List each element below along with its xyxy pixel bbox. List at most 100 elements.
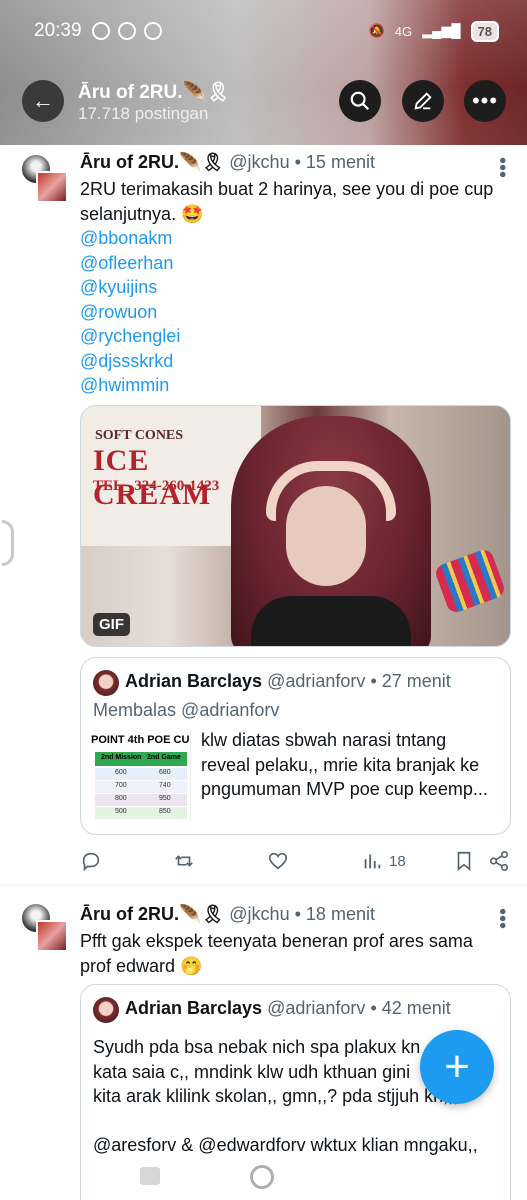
avatar[interactable] (20, 153, 68, 203)
message-icon (91, 22, 110, 40)
tweet-header: Āru of 2RU.🪶🎗 @jkchu • 18 menit (80, 904, 375, 925)
compose-button[interactable] (402, 80, 444, 122)
quote-line: klw diatas sbwah narasi tntang (201, 730, 447, 750)
tweet[interactable]: Āru of 2RU.🪶🎗 @jkchu • 15 menit ••• 2RU … (0, 145, 527, 885)
mention-link[interactable]: @hwimmin (80, 373, 500, 398)
mention-link[interactable]: @rowuon (80, 300, 500, 325)
quote-header: Adrian Barclays @adrianforv • 27 menit (125, 671, 451, 692)
heart-icon (268, 852, 288, 870)
quote-line: reveal pelaku,, mrie kita branjak ke (201, 754, 480, 775)
tweet-time[interactable]: 15 menit (306, 152, 375, 172)
avatar (93, 997, 119, 1023)
thumb-cell: 700 (115, 782, 127, 789)
back-button[interactable]: ← (22, 80, 64, 122)
bracelets (433, 547, 507, 615)
quote-header: Adrian Barclays @adrianforv • 42 menit (125, 998, 451, 1019)
quote-author-handle: @adrianforv (267, 671, 366, 691)
quote-thumbnail: POINT 4th POE CUP 2nd Mission 2nd Game 6… (91, 730, 191, 822)
signal-icon: ▂▄▆█ (422, 23, 461, 38)
share-button[interactable] (488, 850, 510, 872)
separator-dot: • (294, 152, 301, 172)
quote-author-handle: @adrianforv (267, 998, 366, 1018)
search-icon (350, 91, 370, 111)
search-button[interactable] (339, 80, 381, 122)
thumb-cell: 740 (159, 782, 171, 789)
tweet-body: 2RU terimakasih buat 2 harinya, see you … (80, 179, 494, 224)
quote-line (93, 1109, 503, 1134)
compose-fab[interactable]: + (420, 1030, 494, 1104)
views-button[interactable]: 18 (361, 850, 406, 872)
more-button[interactable]: ••• (464, 80, 506, 122)
mention-link[interactable]: @rychenglei (80, 324, 500, 349)
quote-text: klw diatas sbwah narasi tntang reveal pe… (201, 728, 501, 802)
thumb-row: 700 740 (95, 781, 187, 793)
thumb-cell: 600 (115, 769, 127, 776)
mention-link[interactable]: @ofleerhan (80, 251, 500, 276)
author-handle[interactable]: @jkchu (229, 904, 289, 924)
status-bar: 20:39 🔕 4G ▂▄▆█ 78 (0, 0, 527, 62)
gif-badge: GIF (93, 613, 130, 636)
system-nav-bar (0, 1165, 527, 1200)
mention-link[interactable]: @bbonakm (80, 226, 500, 251)
quote-author-name: Adrian Barclays (125, 671, 263, 691)
thumb-cell: 800 (115, 795, 127, 802)
pencil-icon (414, 92, 432, 110)
author-name[interactable]: Āru of 2RU.🪶🎗 (80, 904, 224, 924)
share-icon (489, 851, 509, 871)
author-name[interactable]: Āru of 2RU.🪶🎗 (80, 152, 224, 172)
sign-text: TEL_ 324-260-1423 (93, 478, 220, 494)
avatar-secondary (36, 171, 68, 203)
sign-text: SOFT CONES (95, 428, 184, 443)
thumb-row: 800 950 (95, 794, 187, 806)
reply-prefix: Membalas (93, 700, 177, 720)
mute-icon: 🔕 (368, 23, 385, 38)
home-nav-icon[interactable] (250, 1165, 274, 1189)
thumb-title: POINT 4th POE CUP (91, 734, 191, 746)
threads-icon (143, 22, 162, 40)
whatsapp-icon (117, 22, 136, 40)
views-count: 18 (389, 852, 406, 870)
quoted-tweet[interactable]: Adrian Barclays @adrianforv • 27 menit M… (80, 657, 511, 835)
reply-button[interactable] (80, 850, 102, 872)
arrow-left-icon: ← (32, 88, 54, 113)
views-icon (364, 854, 381, 869)
quote-author-name: Adrian Barclays (125, 998, 263, 1018)
status-time: 20:39 (34, 20, 82, 41)
reply-icon (82, 852, 100, 872)
mention-link[interactable]: @kyuijins (80, 275, 500, 300)
bookmark-button[interactable] (453, 850, 475, 872)
thumb-cell: 680 (159, 769, 171, 776)
tweet-actions: 18 (80, 850, 512, 880)
tweet-more-icon[interactable]: ••• (491, 157, 513, 178)
person-top (251, 596, 411, 646)
notification-icons (91, 22, 162, 40)
profile-name: Āru of 2RU.🪶🎗 (78, 82, 231, 103)
quote-time: 42 menit (381, 998, 451, 1018)
tweet-more-icon[interactable]: ••• (491, 908, 513, 929)
thumb-cell: 500 (115, 808, 127, 815)
reply-context: Membalas @adrianforv (93, 700, 279, 721)
tweet-gif[interactable]: SOFT CONES ICE CREAM TEL_ 324-260-1423 G… (80, 405, 511, 647)
plus-icon: + (444, 1042, 470, 1091)
status-right: 🔕 4G ▂▄▆█ 78 (368, 20, 499, 42)
thumb-cell: 950 (159, 795, 171, 802)
more-horizontal-icon: ••• (471, 88, 499, 113)
author-handle[interactable]: @jkchu (229, 152, 289, 172)
repost-button[interactable] (173, 850, 195, 872)
profile-topbar: ← Āru of 2RU.🪶🎗 17.718 postingan ••• (0, 78, 527, 126)
thumb-row: 500 850 (95, 807, 187, 819)
tweet-time[interactable]: 18 menit (306, 904, 375, 924)
recents-nav-icon[interactable] (140, 1167, 160, 1185)
tweet-header: Āru of 2RU.🪶🎗 @jkchu • 15 menit (80, 152, 375, 173)
like-button[interactable] (267, 850, 289, 872)
avatar-secondary (36, 920, 68, 952)
network-label: 4G (394, 23, 413, 39)
thumb-row: 600 680 (95, 768, 187, 780)
bookmark-icon (457, 851, 471, 872)
quote-line: @aresforv & @edwardforv wktux klian mnga… (93, 1135, 478, 1155)
quote-line: pngumuman MVP poe cup keemp... (201, 779, 488, 799)
mention-link[interactable]: @djssskrkd (80, 349, 500, 374)
tweet-text: Pfft gak ekspek teenyata beneran prof ar… (80, 931, 473, 976)
avatar[interactable] (20, 902, 68, 952)
reply-handle: @adrianforv (181, 700, 280, 720)
